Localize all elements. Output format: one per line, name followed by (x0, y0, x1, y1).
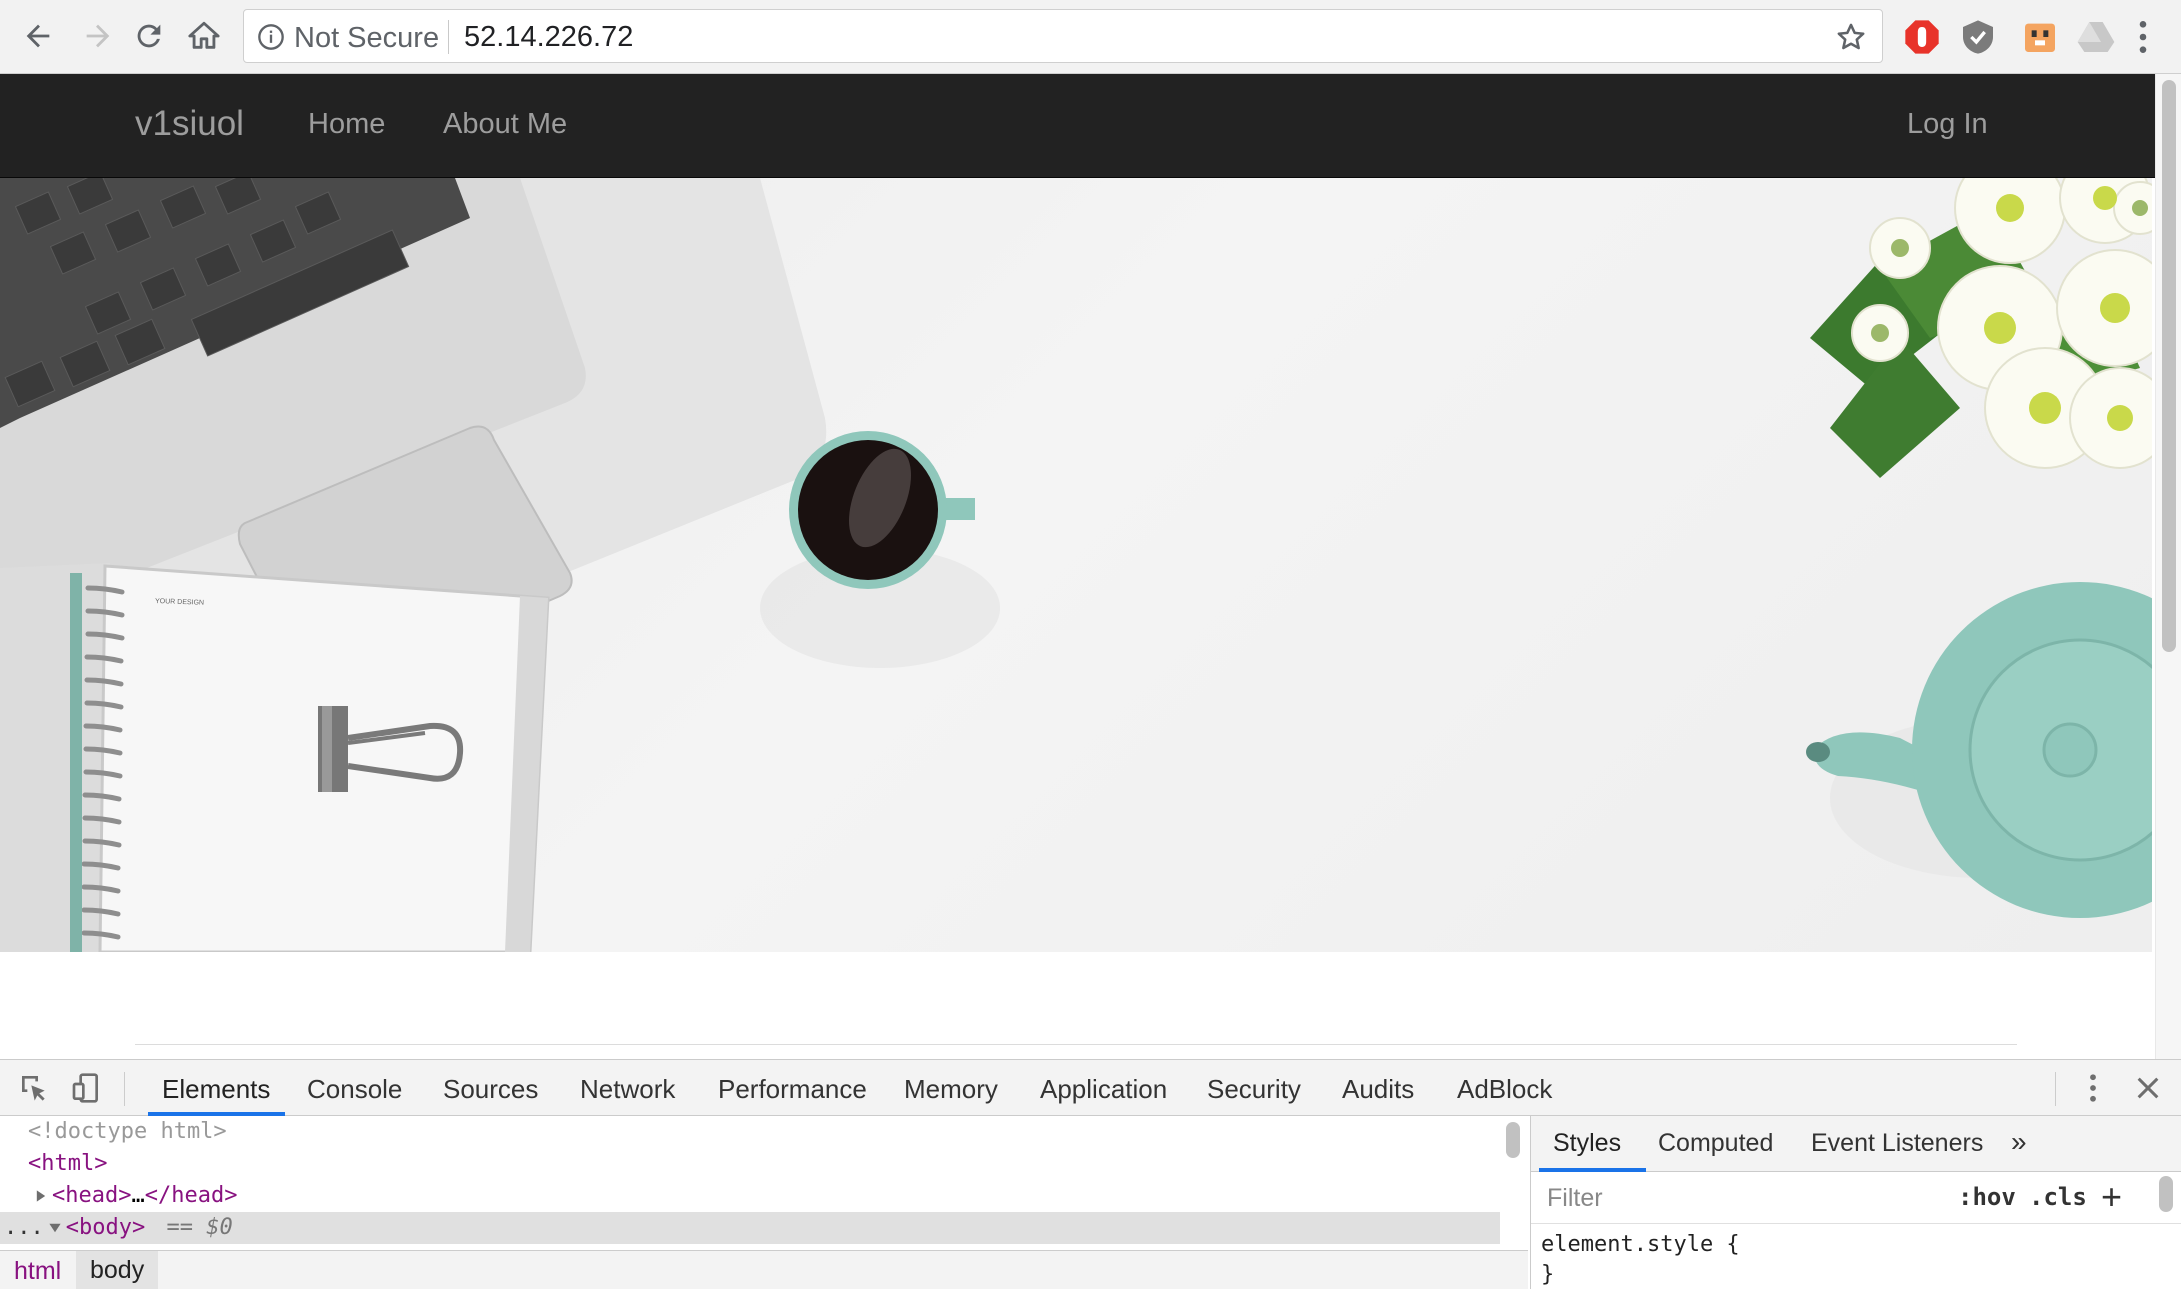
element-style-close: } (1541, 1262, 1555, 1287)
breadcrumb: html body (0, 1250, 1528, 1289)
tab-application[interactable]: Application (1040, 1074, 1167, 1105)
hov-toggle[interactable]: :hov (1958, 1183, 2016, 1211)
tab-adblock[interactable]: AdBlock (1457, 1074, 1552, 1105)
honey-extension-icon[interactable] (2020, 17, 2060, 57)
styles-sidebar: Styles Computed Event Listeners » Filter… (1530, 1116, 2181, 1289)
tab-network[interactable]: Network (580, 1074, 675, 1105)
site-navbar: v1siuol Home About Me Log In (0, 74, 2155, 178)
more-tabs-chevron-icon[interactable]: » (2011, 1126, 2027, 1158)
browser-toolbar: Not Secure 52.14.226.72 (0, 0, 2181, 74)
arrow-right-icon (86, 24, 110, 48)
cls-toggle[interactable]: .cls (2029, 1183, 2087, 1211)
home-icon (188, 21, 220, 49)
omnibox-separator (448, 20, 449, 54)
flowers-image (1810, 178, 2152, 478)
tab-audits[interactable]: Audits (1342, 1074, 1414, 1105)
forward-button[interactable] (76, 14, 120, 58)
shield-extension-icon[interactable] (1958, 17, 1998, 57)
page-scrollbar[interactable] (2155, 74, 2181, 1059)
devtools-toolbar: Elements Console Sources Network Perform… (0, 1060, 2181, 1116)
hero-image: YOUR DESIGN (0, 178, 2152, 952)
tab-security[interactable]: Security (1207, 1074, 1301, 1105)
styles-filter-row: Filter :hov .cls + (1531, 1172, 2181, 1224)
toolbar-separator (124, 1072, 125, 1106)
url-text[interactable]: 52.14.226.72 (464, 21, 633, 54)
site-brand[interactable]: v1siuol (135, 104, 244, 144)
page-scrollbar-thumb[interactable] (2162, 80, 2176, 652)
web-page-viewport: v1siuol Home About Me Log In YOUR DESIGN (0, 74, 2155, 1059)
nav-home[interactable]: Home (308, 108, 385, 141)
home-button[interactable] (182, 14, 226, 58)
reload-icon (137, 24, 161, 48)
selected-node-marker: == $0 (166, 1215, 233, 1240)
tab-console[interactable]: Console (307, 1074, 402, 1105)
breadcrumb-body[interactable]: body (76, 1251, 159, 1289)
tab-performance[interactable]: Performance (718, 1074, 867, 1105)
head-open-tag: <head> (52, 1183, 132, 1208)
bookmark-star-icon[interactable] (1834, 20, 1868, 54)
more-vert-icon[interactable] (2128, 18, 2158, 56)
back-button[interactable] (16, 14, 60, 58)
head-collapsed-ellipsis[interactable]: … (131, 1183, 144, 1208)
tab-sources[interactable]: Sources (443, 1074, 538, 1105)
devtools-menu-icon[interactable] (2080, 1070, 2106, 1106)
drive-extension-icon[interactable] (2076, 17, 2116, 57)
devtools-panel: Elements Console Sources Network Perform… (0, 1059, 2181, 1289)
dom-html-line[interactable]: <html> (28, 1148, 107, 1180)
dom-scrollbar-thumb[interactable] (1506, 1122, 1520, 1158)
element-style-rule[interactable]: element.style { (1541, 1232, 1740, 1257)
styles-scrollbar-thumb[interactable] (2159, 1176, 2173, 1212)
styles-tabbar: Styles Computed Event Listeners » (1531, 1116, 2181, 1172)
device-toolbar-icon[interactable] (70, 1072, 102, 1104)
teapot-image (1806, 582, 2152, 918)
inspect-element-icon[interactable] (18, 1072, 50, 1104)
tab-memory[interactable]: Memory (904, 1074, 998, 1105)
security-label[interactable]: Not Secure (294, 22, 439, 55)
collapse-triangle-icon[interactable] (48, 1221, 62, 1235)
breadcrumb-html[interactable]: html (14, 1257, 61, 1286)
add-rule-plus-icon[interactable]: + (2101, 1176, 2122, 1218)
address-bar[interactable]: Not Secure 52.14.226.72 (243, 9, 1883, 63)
reload-button[interactable] (127, 14, 171, 58)
tab-styles[interactable]: Styles (1553, 1129, 1621, 1158)
adblock-extension-icon[interactable] (1902, 17, 1942, 57)
dom-body-line-selected[interactable]: ... <body> == $0 (0, 1212, 1500, 1244)
desk-scene-illustration: YOUR DESIGN (0, 178, 2152, 952)
tab-event-listeners[interactable]: Event Listeners (1811, 1129, 1983, 1158)
arrow-left-icon (26, 24, 50, 48)
tab-elements[interactable]: Elements (162, 1074, 270, 1105)
head-close-tag: </head> (144, 1183, 238, 1208)
content-divider (135, 1044, 2017, 1045)
doctype-text: <!doctype html> (28, 1119, 227, 1144)
dom-doctype-line[interactable]: <!doctype html> (28, 1116, 227, 1148)
info-icon[interactable] (257, 23, 285, 51)
nav-login[interactable]: Log In (1907, 108, 1988, 141)
body-open-tag: <body> (65, 1215, 146, 1240)
tab-computed[interactable]: Computed (1658, 1129, 1773, 1158)
nav-about-me[interactable]: About Me (443, 108, 567, 141)
close-devtools-icon[interactable] (2134, 1074, 2162, 1102)
dom-head-line[interactable]: <head>…</head> (34, 1180, 237, 1212)
body-prefix-dots[interactable]: ... (4, 1215, 44, 1240)
html-open-tag: <html> (28, 1151, 108, 1176)
toolbar-separator-right (2055, 1072, 2056, 1106)
expand-triangle-icon[interactable] (34, 1189, 48, 1203)
styles-filter-input[interactable]: Filter (1537, 1178, 1965, 1218)
notebook-image: YOUR DESIGN (0, 563, 550, 952)
